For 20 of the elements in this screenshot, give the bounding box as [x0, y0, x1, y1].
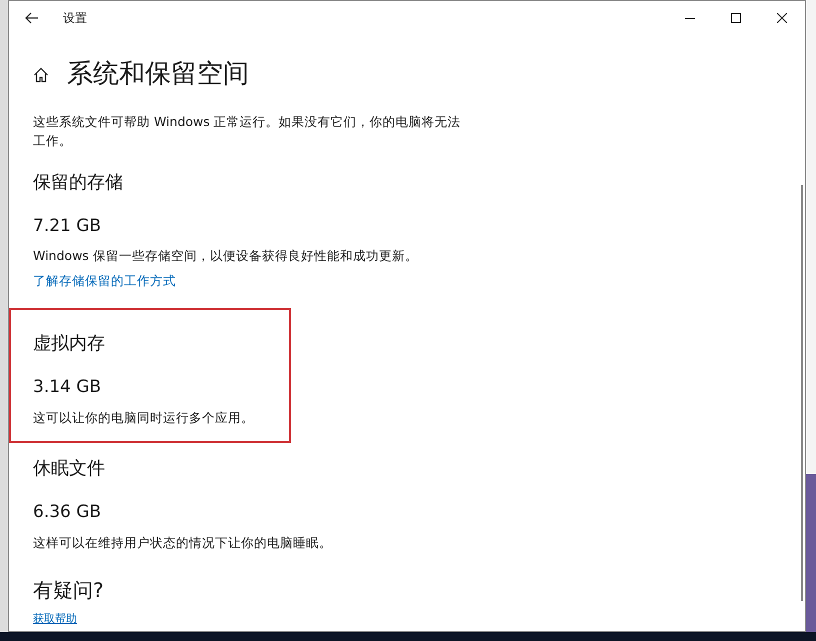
close-icon: [777, 13, 787, 23]
storage-size: 7.21 GB: [33, 214, 102, 238]
back-icon[interactable]: [25, 12, 39, 24]
storage-size: 6.36 GB: [33, 501, 102, 524]
maximize-icon: [731, 13, 741, 23]
section-description: 这可以让你的电脑同时运行多个应用。: [33, 408, 255, 426]
storage-size: 3.14 GB: [33, 376, 102, 399]
page-description: 这些系统文件可帮助 Windows 正常运行。如果没有它们，你的电脑将无法工作。: [33, 113, 462, 150]
get-help-link[interactable]: 获取帮助: [33, 610, 77, 627]
scrollbar[interactable]: [801, 185, 803, 601]
section-description: 这样可以在维持用户状态的情况下让你的电脑睡眠。: [33, 534, 332, 552]
help-heading: 有疑问?: [33, 576, 105, 604]
home-icon[interactable]: [33, 66, 49, 82]
section-heading: 保留的存储: [33, 170, 124, 195]
page-title: 系统和保留空间: [67, 58, 249, 91]
section-heading: 虚拟内存: [33, 332, 106, 356]
section-heading: 休眠文件: [33, 457, 106, 482]
window-title: 设置: [63, 10, 87, 27]
section-description: Windows 保留一些存储空间，以便设备获得良好性能和成功更新。: [33, 247, 418, 266]
learn-more-link[interactable]: 了解存储保留的工作方式: [33, 272, 176, 291]
